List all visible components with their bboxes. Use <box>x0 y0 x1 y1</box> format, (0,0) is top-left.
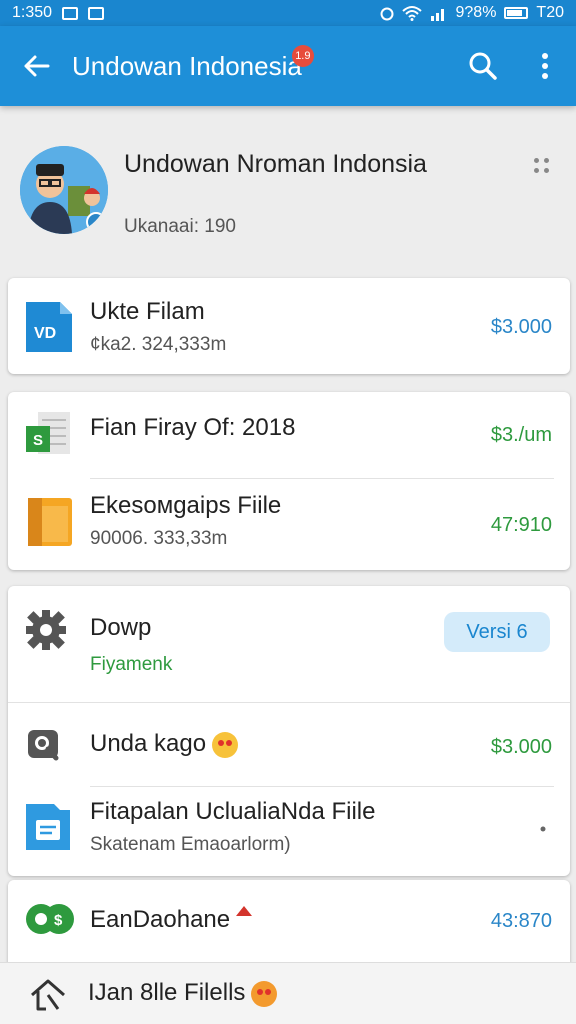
file-title: Dowp <box>90 614 152 641</box>
small-dot-icon <box>540 826 546 832</box>
file-amount: 47:910 <box>490 514 552 536</box>
bottom-title-row: IJan 8lle Filells <box>88 979 278 1007</box>
svg-text:S: S <box>33 432 43 449</box>
file-title: Ekesoмgaips Fiile <box>90 492 282 519</box>
back-button[interactable] <box>0 26 72 106</box>
profile-header: Undowan Nroman Indonsia Ukanaai: 190 <box>0 130 576 250</box>
gear-icon <box>26 610 66 650</box>
bottom-bar[interactable]: IJan 8lle Filells <box>0 962 576 1024</box>
list-item[interactable]: Dowp Fiyamenk Versi 6 <box>8 586 570 702</box>
profile-options-button[interactable] <box>532 156 552 176</box>
doc-blue-icon: VD <box>26 302 72 352</box>
list-item[interactable]: $ EanDaohane 43:870 <box>8 880 570 964</box>
battery-percent: 9?8% <box>455 4 497 21</box>
heart-emoji-icon <box>251 980 278 1007</box>
file-subtitle: Fiyamenk <box>90 654 173 675</box>
list-item[interactable]: VD Ukte Filam ¢ka2. 324,333m $3.000 <box>8 278 570 374</box>
profile-subtitle: Ukanaai: 190 <box>124 216 236 237</box>
file-subtitle: 90006. 333,33m <box>90 528 228 549</box>
gallery-icon <box>88 6 105 20</box>
file-title: EanDaohane <box>90 906 231 933</box>
red-arrow-icon <box>236 906 252 916</box>
file-subtitle: Skatenam Emaoarlorm) <box>90 834 291 855</box>
sheet-green-icon: S <box>26 412 70 454</box>
search-box-icon <box>28 730 59 761</box>
file-title: Ukte Filam <box>90 298 205 325</box>
home-outline-icon <box>31 979 65 1011</box>
list-item[interactable]: Fitapalan UclualiaNda Fiile Skatenam Ema… <box>8 786 570 876</box>
signal-icon <box>430 9 444 21</box>
version-button[interactable]: Versi 6 <box>444 612 550 652</box>
file-title: Unda kago <box>90 730 207 757</box>
bottom-title: IJan 8lle Filells <box>88 979 246 1006</box>
battery-icon <box>504 7 529 19</box>
status-right-text: T20 <box>536 4 564 21</box>
list-item[interactable]: Ekesoмgaips Fiile 90006. 333,33m 47:910 <box>8 478 570 570</box>
wifi-icon <box>401 6 422 21</box>
file-subtitle: ¢ka2. 324,333m <box>90 334 227 355</box>
svg-text:VD: VD <box>34 325 56 342</box>
doc-lightblue-icon <box>26 804 70 850</box>
file-title: Fian Firay Of: 2018 <box>90 414 296 441</box>
svg-text:$: $ <box>54 912 63 929</box>
search-button[interactable] <box>452 26 514 106</box>
app-bar: Undowan Indonesia 1.9 <box>0 26 576 106</box>
file-amount: 43:870 <box>490 910 552 932</box>
profile-name: Undowan Nroman Indonsia <box>124 150 427 178</box>
list-item[interactable]: Unda kago $3.000 <box>8 702 570 786</box>
file-card: Dowp Fiyamenk Versi 6 Unda kago $3.000 F… <box>8 586 570 876</box>
more-vert-icon <box>542 53 548 79</box>
file-card: $ EanDaohane 43:870 <box>8 880 570 970</box>
file-title: Fitapalan UclualiaNda Fiile <box>90 798 376 825</box>
list-item[interactable]: S Fian Firay Of: 2018 $3./um <box>8 392 570 478</box>
green-dollar-icon: $ <box>26 904 74 934</box>
page-title-text: Undowan Indonesia <box>72 50 302 81</box>
avatar-illustration-icon <box>20 146 108 234</box>
status-bar: 1:350 9?8% T20 <box>0 0 576 26</box>
file-card: VD Ukte Filam ¢ka2. 324,333m $3.000 <box>8 278 570 374</box>
file-amount: $3.000 <box>490 316 552 338</box>
alarm-icon <box>380 7 393 21</box>
file-amount: $3./um <box>490 424 552 446</box>
search-icon <box>469 52 497 80</box>
notification-icon <box>62 6 79 20</box>
file-title-row: Unda kago <box>90 730 239 758</box>
heart-eyes-emoji-icon <box>212 731 239 758</box>
file-amount: $3.000 <box>490 736 552 758</box>
page-title: Undowan Indonesia 1.9 <box>72 44 452 82</box>
arrow-left-icon <box>24 55 50 77</box>
folder-orange-icon <box>28 498 72 546</box>
notification-badge: 1.9 <box>291 44 314 67</box>
status-time: 1:350 <box>12 4 53 21</box>
overflow-menu-button[interactable] <box>514 26 576 106</box>
file-card: S Fian Firay Of: 2018 $3./um Ekesoмgaips… <box>8 392 570 570</box>
avatar[interactable] <box>20 146 108 234</box>
